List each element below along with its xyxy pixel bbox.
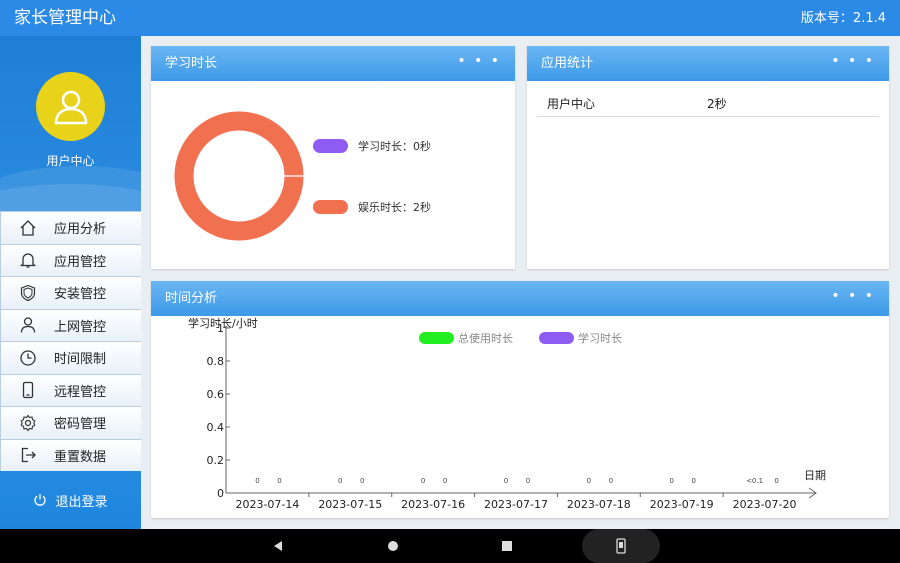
study-time-card: 学习时长 • • • 学习时长：0秒 娱乐时长：2秒 [151,46,515,269]
card-header: 时间分析 • • • [151,281,889,316]
sidebar-item-remote-control[interactable]: 远程管控 [0,373,141,406]
sidebar-item-label: 远程管控 [54,384,107,400]
profile-panel: 用户中心 [0,36,141,211]
back-triangle-icon [274,541,282,551]
sidebar-item-label: 安装管控 [54,287,107,303]
sidebar: 用户中心 应用分析 应用管控 安装管控 上网管控 时间限制 远程管控 密码管理 … [0,36,141,529]
sidebar-item-label: 上网管控 [54,319,107,335]
app-duration: 2秒 [707,97,727,111]
sidebar-item-internet-control[interactable]: 上网管控 [0,308,141,341]
card-title: 学习时长 [165,56,218,71]
x-tick-label: 2023-07-14 [235,498,299,511]
bar-data-label: 0 [443,477,447,485]
more-options-icon[interactable]: • • • [457,54,501,68]
bar-data-label: 0 [277,477,281,485]
x-tick-label: 2023-07-20 [733,498,797,511]
x-tick-label: 2023-07-18 [567,498,631,511]
version-label: 版本号：2.1.4 [800,11,886,26]
bar-data-label: 0 [421,477,425,485]
decorative-wave [0,184,141,211]
sidebar-item-label: 重置数据 [54,449,107,465]
bar-data-label: 0 [360,477,364,485]
sidebar-item-install-control[interactable]: 安装管控 [0,276,141,309]
y-tick-label: 0.6 [207,388,225,401]
sidebar-item-label: 应用管控 [54,254,107,270]
app-header: 家长管理中心 版本号：2.1.4 [0,0,900,36]
bar-data-label: 0 [691,477,695,485]
sidebar-item-password[interactable]: 密码管理 [0,406,141,439]
sidebar-item-label: 时间限制 [54,352,107,368]
x-axis-label: 日期 [804,469,826,482]
legend-swatch [313,139,348,153]
x-tick-label: 2023-07-17 [484,498,548,511]
x-tick-label: 2023-07-16 [401,498,465,511]
legend-label: 学习时长：0秒 [358,140,431,153]
sidebar-item-label: 密码管理 [54,417,107,433]
y-tick-label: 0 [217,487,224,500]
logout-label: 退出登录 [55,494,108,510]
y-tick-label: 0.4 [207,421,225,434]
sidebar-item-app-analysis[interactable]: 应用分析 [0,211,141,244]
bar-data-label: 0 [609,477,613,485]
sidebar-item-app-control[interactable]: 应用管控 [0,243,141,276]
legend-label: 娱乐时长：2秒 [358,201,431,214]
x-tick-label: 2023-07-19 [650,498,714,511]
y-tick-label: 0.2 [207,454,225,467]
sidebar-item-label: 应用分析 [54,222,107,238]
app-stats-card: 应用统计 • • • 用户中心 2秒 [527,46,889,269]
recents-square-icon [502,541,512,551]
bar-data-label: 0 [338,477,342,485]
gear-icon [15,413,41,433]
bar-data-label: 0 [526,477,530,485]
study-donut-chart [174,111,304,241]
bar-data-label: <0.1 [746,477,763,485]
card-title: 应用统计 [541,56,594,71]
bell-icon [15,250,41,270]
sidebar-item-reset-data[interactable]: 重置数据 [0,438,141,471]
back-button[interactable] [262,529,294,563]
bar-data-label: 0 [774,477,778,485]
sidebar-menu: 应用分析 应用管控 安装管控 上网管控 时间限制 远程管控 密码管理 重置数据 [0,211,141,471]
home-icon [15,218,41,238]
device-switch-button[interactable] [582,529,660,563]
logout-button[interactable]: 退出登录 [0,488,141,512]
legend-item-study: 学习时长：0秒 [313,138,431,154]
avatar[interactable] [36,72,105,141]
x-tick-label: 2023-07-15 [318,498,382,511]
app-title: 家长管理中心 [14,8,116,28]
clock-icon [15,348,41,368]
bar-data-label: 0 [504,477,508,485]
card-header: 学习时长 • • • [151,46,515,81]
card-header: 应用统计 • • • [527,46,889,81]
time-analysis-card: 时间分析 • • • 总使用时长 学习时长 学习时长/小时 日期 0 0.2 0.4 0.… [151,281,889,518]
bar-data-label: 0 [669,477,673,485]
bar-data-label: 0 [587,477,591,485]
phone-icon [616,538,626,554]
sidebar-item-time-limit[interactable]: 时间限制 [0,341,141,374]
bar-data-label: 0 [255,477,259,485]
y-tick-label: 1 [217,322,224,335]
list-item[interactable]: 用户中心 2秒 [537,93,879,117]
home-button[interactable] [377,529,409,563]
y-tick-label: 0.8 [207,355,225,368]
user-avatar-icon [54,90,87,124]
phone-icon [15,380,41,400]
profile-name: 用户中心 [46,154,95,168]
system-navigation-bar [0,529,900,563]
app-name: 用户中心 [547,97,596,111]
more-options-icon[interactable]: • • • [831,289,875,303]
home-circle-icon [388,541,398,551]
legend-swatch [313,200,348,214]
legend-item-entertainment: 娱乐时长：2秒 [313,199,431,215]
time-analysis-chart: 学习时长/小时日期00.20.40.60.812023-07-140 02023-… [188,316,826,511]
power-icon [34,494,47,506]
recents-button[interactable] [491,529,523,563]
more-options-icon[interactable]: • • • [831,54,875,68]
exit-icon [15,445,41,465]
shield-icon [15,283,41,303]
user-icon [15,315,41,335]
donut-slice-1 [174,111,304,241]
card-title: 时间分析 [165,291,218,306]
